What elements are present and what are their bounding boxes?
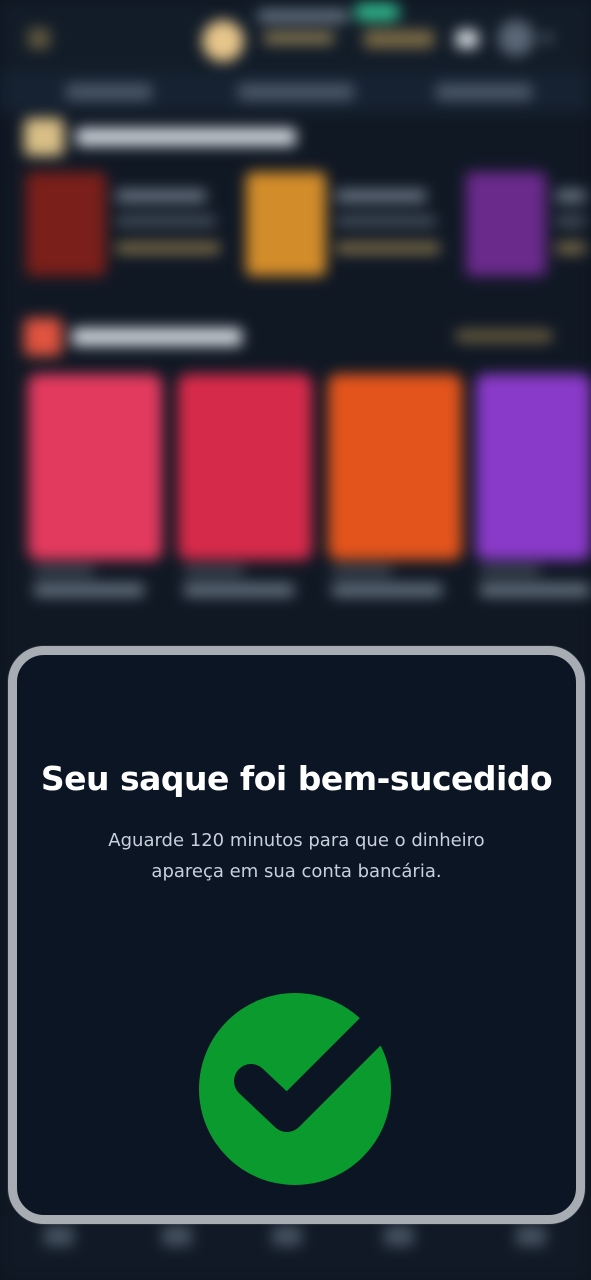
winner-card[interactable] [466,172,591,276]
modal-title: Seu saque foi bem-sucedido [40,759,553,798]
tab-placeholder[interactable] [436,84,532,100]
game-card[interactable] [476,374,591,560]
game-caption-placeholder [184,566,244,576]
game-caption-placeholder [480,566,540,576]
screen: Seu saque foi bem-sucedido Aguarde 120 m… [0,0,591,1280]
menu-icon[interactable] [28,30,50,48]
balance-value-placeholder [264,32,334,44]
modal-message: Aguarde 120 minutos para que o dinheiro … [108,830,485,882]
section-title-placeholder [76,128,296,146]
tab-placeholder[interactable] [238,84,354,100]
bottom-nav [0,1216,591,1280]
nav-item-icon[interactable] [272,1226,302,1246]
status-badge [354,3,400,21]
category-tabs [0,72,591,112]
user-icon[interactable] [498,20,534,56]
balance-label-placeholder [258,10,348,22]
game-caption-placeholder [34,584,144,596]
tab-placeholder[interactable] [66,84,152,100]
game-card[interactable] [328,374,462,560]
winner-card[interactable] [246,172,446,276]
deposit-button[interactable] [364,30,434,48]
game-caption-placeholder [184,584,294,596]
nav-item-icon[interactable] [384,1226,414,1246]
withdrawal-success-modal: Seu saque foi bem-sucedido Aguarde 120 m… [8,646,585,1224]
avatar[interactable] [202,20,244,62]
section-icon [24,118,64,156]
section-title-placeholder [72,328,242,346]
nav-item-icon[interactable] [516,1226,546,1246]
wallet-icon[interactable] [456,30,478,48]
game-card[interactable] [28,374,162,560]
nav-item-icon[interactable] [162,1226,192,1246]
nav-home-icon[interactable] [44,1226,74,1246]
game-caption-placeholder [332,566,392,576]
game-caption-placeholder [480,584,590,596]
see-all-link[interactable] [456,330,552,342]
check-circle-icon [199,985,399,1185]
game-card[interactable] [178,374,312,560]
chevron-down-icon[interactable] [542,34,552,42]
winner-card[interactable] [26,172,226,276]
game-caption-placeholder [332,584,442,596]
game-caption-placeholder [34,566,94,576]
section-icon [24,318,62,356]
app-header [0,0,591,72]
